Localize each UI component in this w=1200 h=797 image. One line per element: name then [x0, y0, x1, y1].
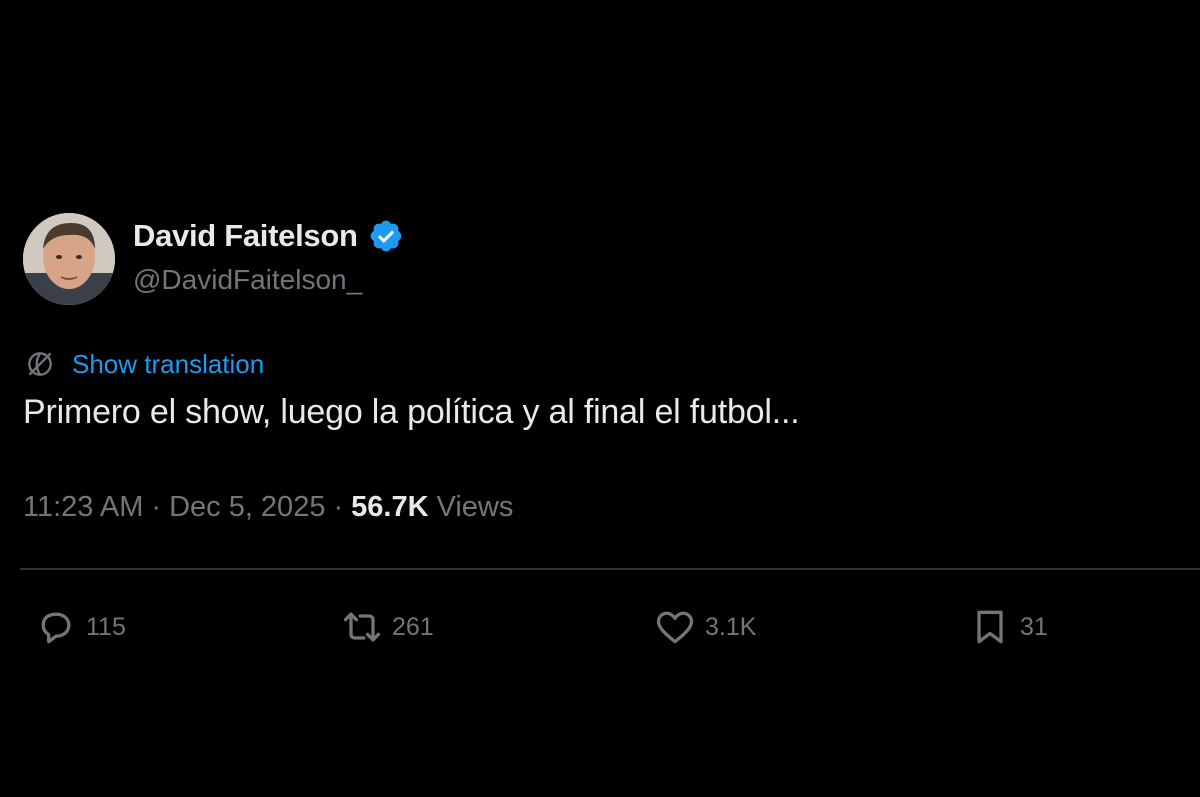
like-count: 3.1K — [705, 612, 757, 641]
retweet-icon — [340, 605, 384, 649]
divider — [20, 568, 1200, 570]
retweet-button[interactable]: 261 — [340, 604, 434, 650]
translate-row: Show translation — [24, 344, 264, 384]
show-translation-link[interactable]: Show translation — [72, 349, 264, 380]
views-label: Views — [436, 490, 514, 523]
reply-count: 115 — [86, 612, 126, 641]
reply-button[interactable]: 115 — [34, 604, 126, 650]
meta-separator: · — [333, 490, 344, 523]
bookmark-count: 31 — [1020, 612, 1048, 641]
tweet-card: David Faitelson @DavidFaitelson_ Show tr… — [0, 0, 1200, 797]
avatar[interactable] — [23, 213, 115, 305]
tweet-date[interactable]: Dec 5, 2025 — [169, 491, 325, 524]
author-handle[interactable]: @DavidFaitelson_ — [133, 264, 362, 296]
tweet-time[interactable]: 11:23 AM — [23, 491, 143, 524]
like-button[interactable]: 3.1K — [653, 604, 756, 650]
views-count: 56.7K — [351, 490, 429, 523]
author-name[interactable]: David Faitelson — [133, 218, 358, 254]
globe-translate-icon — [24, 348, 56, 380]
retweet-count: 261 — [392, 612, 434, 641]
comment-icon — [34, 605, 78, 649]
tweet-text: Primero el show, luego la política y al … — [23, 393, 800, 431]
bookmark-button[interactable]: 31 — [968, 604, 1048, 650]
tweet-meta: 11:23 AM · Dec 5, 2025 · 56.7K Views — [23, 485, 513, 529]
author-name-row: David Faitelson — [133, 214, 404, 258]
heart-icon — [653, 605, 697, 649]
meta-separator: · — [151, 490, 162, 523]
bookmark-icon — [968, 605, 1012, 649]
verified-badge-icon — [368, 218, 404, 254]
